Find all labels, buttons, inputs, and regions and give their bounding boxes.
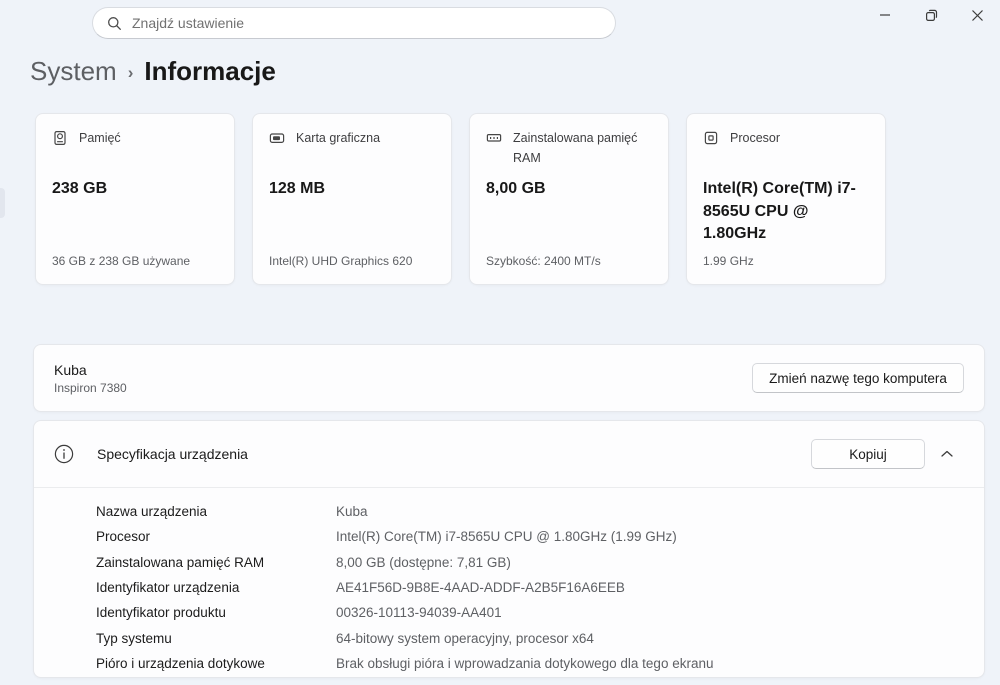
page-title: Informacje xyxy=(144,56,276,86)
close-button[interactable] xyxy=(954,0,1000,30)
device-model: Inspiron 7380 xyxy=(54,380,127,395)
info-icon xyxy=(54,444,74,464)
card-label: Procesor xyxy=(730,131,781,145)
restore-button[interactable] xyxy=(908,0,954,30)
search-placeholder: Znajdź ustawienie xyxy=(132,15,245,31)
spec-rows: Nazwa urządzenia Kuba Procesor Intel(R) … xyxy=(34,488,984,676)
device-identity: Kuba Inspiron 7380 xyxy=(54,362,127,395)
nav-peek xyxy=(0,188,5,218)
spec-row-ram: Zainstalowana pamięć RAM 8,00 GB (dostęp… xyxy=(96,554,511,570)
card-footer: Szybkość: 2400 MT/s xyxy=(486,254,601,268)
close-icon xyxy=(971,9,984,22)
spec-row-device-id: Identyfikator urządzenia AE41F56D-9B8E-4… xyxy=(96,580,625,596)
restore-icon xyxy=(925,9,938,22)
card-value: 8,00 GB xyxy=(486,180,546,197)
spec-row-system-type: Typ systemu 64-bitowy system operacyjny,… xyxy=(96,630,594,646)
device-spec-title: Specyfikacja urządzenia xyxy=(97,446,248,462)
card-processor: Procesor Intel(R) Core(TM) i7-8565U CPU … xyxy=(686,113,886,285)
ram-icon xyxy=(486,128,502,146)
minimize-icon xyxy=(879,9,891,21)
spec-row-pen-touch: Pióro i urządzenia dotykowe Brak obsługi… xyxy=(96,655,714,671)
breadcrumb-system[interactable]: System xyxy=(30,56,117,87)
gpu-icon xyxy=(269,128,285,146)
window-controls xyxy=(862,0,1000,30)
search-icon xyxy=(107,16,122,31)
breadcrumb: System › Informacje xyxy=(30,56,276,87)
chevron-up-icon xyxy=(941,450,953,458)
search-input[interactable]: Znajdź ustawienie xyxy=(92,7,616,39)
settings-window: { "window": { "search_placeholder": "Zna… xyxy=(0,0,1000,685)
card-label: Karta graficzna xyxy=(296,131,381,145)
card-footer: 36 GB z 238 GB używane xyxy=(52,254,191,268)
device-spec-header[interactable]: Specyfikacja urządzenia Kopiuj xyxy=(34,421,984,487)
card-ram: Zainstalowana pamięć RAM 8,00 GB Szybkoś… xyxy=(469,113,669,285)
spec-row-device-name: Nazwa urządzenia Kuba xyxy=(96,504,368,520)
rename-computer-button[interactable]: Zmień nazwę tego komputera xyxy=(752,363,964,393)
card-value: 238 GB xyxy=(52,180,108,197)
card-value: 128 MB xyxy=(269,180,326,197)
device-name-panel: Kuba Inspiron 7380 Zmień nazwę tego komp… xyxy=(33,344,985,412)
device-spec-panel: Specyfikacja urządzenia Kopiuj Nazwa urz… xyxy=(33,420,985,678)
device-name: Kuba xyxy=(54,361,87,378)
card-footer: Intel(R) UHD Graphics 620 xyxy=(269,254,413,268)
card-graphics: Karta graficzna 128 MB Intel(R) UHD Grap… xyxy=(252,113,452,285)
copy-button[interactable]: Kopiuj xyxy=(811,439,925,469)
cpu-icon xyxy=(703,128,719,146)
card-label: Pamięć xyxy=(79,131,121,145)
minimize-button[interactable] xyxy=(862,0,908,30)
card-label: Zainstalowana pamięć RAM xyxy=(513,131,638,165)
collapse-expander-button[interactable] xyxy=(930,439,964,469)
card-storage: Pamięć 238 GB 36 GB z 238 GB używane xyxy=(35,113,235,285)
spec-row-processor: Procesor Intel(R) Core(TM) i7-8565U CPU … xyxy=(96,529,677,545)
card-value: Intel(R) Core(TM) i7-8565U CPU @ 1.80GHz xyxy=(703,180,856,243)
breadcrumb-separator-icon: › xyxy=(127,63,134,82)
spec-row-product-id: Identyfikator produktu 00326-10113-94039… xyxy=(96,605,502,621)
hard-drive-icon xyxy=(52,128,68,146)
card-footer: 1.99 GHz xyxy=(703,254,754,268)
info-cards: Pamięć 238 GB 36 GB z 238 GB używane Kar… xyxy=(35,113,886,285)
